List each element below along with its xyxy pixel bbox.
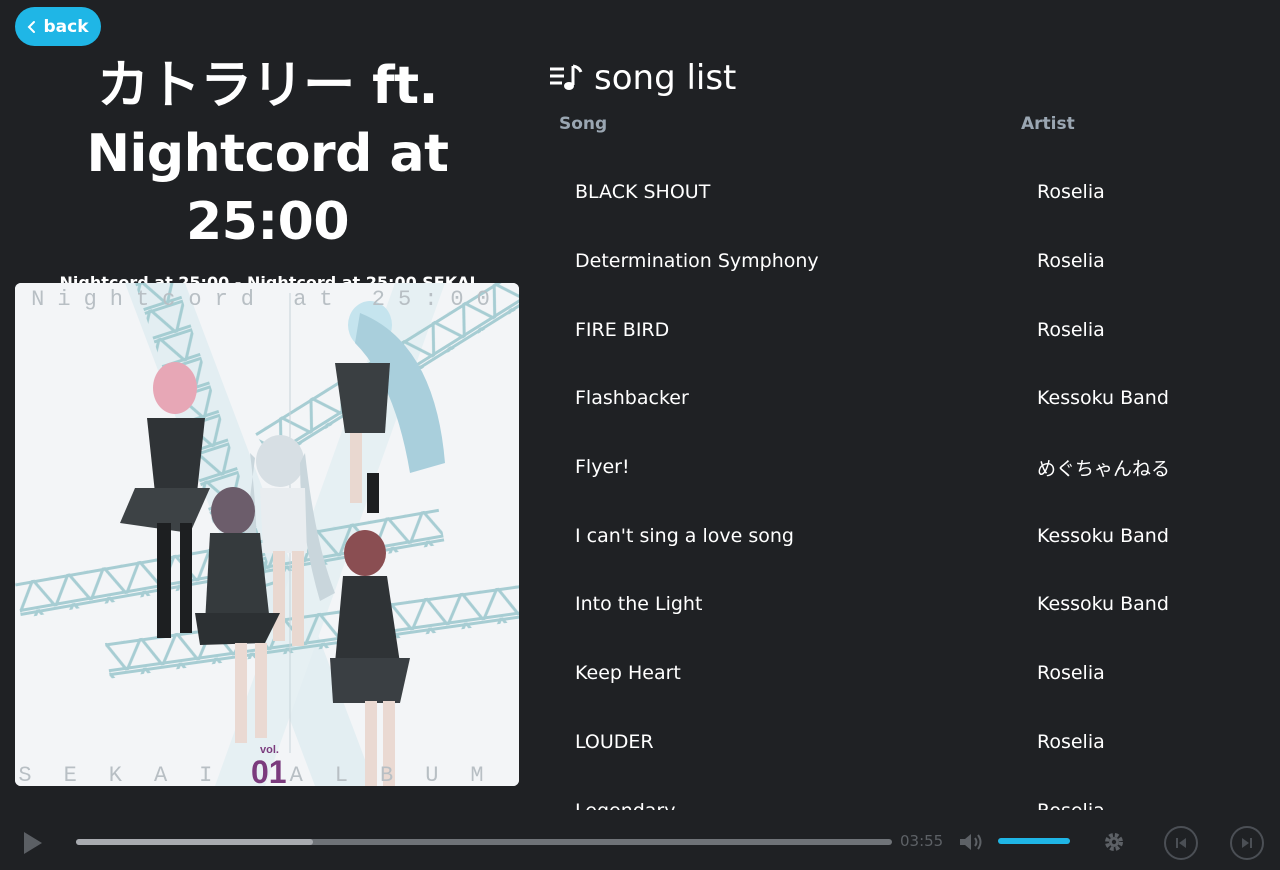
song-artist: Kessoku Band — [1037, 593, 1169, 616]
song-title: I can't sing a love song — [575, 524, 794, 547]
song-title: Into the Light — [575, 593, 703, 616]
song-row[interactable]: LOUDER Roselia — [548, 708, 1268, 777]
song-artist: めぐちゃんねる — [1037, 457, 1171, 480]
cover-vol-number: 01 — [251, 754, 287, 786]
volume-slider[interactable] — [998, 838, 1070, 844]
song-title: LOUDER — [575, 730, 654, 753]
progress-fill — [76, 839, 313, 845]
song-artist: Roselia — [1037, 730, 1105, 753]
song-title: Determination Symphony — [575, 250, 819, 273]
song-title: Flashbacker — [575, 387, 689, 410]
album-cover: Nightcord at 25:00 SEKAI ALBUM vol. 01 — [15, 283, 519, 786]
song-row[interactable]: Into the Light Kessoku Band — [548, 570, 1268, 639]
song-row[interactable]: LegendaryRoselia — [548, 776, 1268, 810]
song-title: FIRE BIRD — [575, 318, 670, 341]
column-header-artist: Artist — [1021, 114, 1075, 134]
play-icon[interactable] — [20, 830, 44, 856]
back-button[interactable]: back — [15, 7, 101, 46]
chevron-left-icon — [28, 20, 36, 33]
song-title: Flyer! — [575, 456, 630, 479]
volume-fill — [998, 838, 1070, 844]
back-label: back — [43, 16, 89, 37]
song-list-columns: Song Artist — [548, 114, 1268, 140]
song-list-title: song list — [594, 58, 737, 98]
song-list-rows: BLACK SHOUT Roselia Determination Symphon… — [548, 158, 1268, 810]
song-title: Keep Heart — [575, 662, 681, 685]
song-title: BLACK SHOUT — [575, 181, 711, 204]
skip-previous-icon — [1176, 838, 1186, 848]
music-player-app: back カトラリー ft. Nightcord at 25:00 Nightc… — [0, 0, 1280, 870]
song-row[interactable]: Flyer! めぐちゃんねる — [548, 433, 1268, 502]
song-artist: Roselia — [1037, 181, 1105, 204]
song-row[interactable]: I can't sing a love song Kessoku Band — [548, 501, 1268, 570]
song-artist: Kessoku Band — [1037, 387, 1169, 410]
previous-track-button[interactable] — [1164, 826, 1198, 860]
song-artist: Roselia — [1037, 662, 1105, 685]
gear-icon[interactable] — [1102, 830, 1126, 854]
next-track-button[interactable] — [1230, 826, 1264, 860]
song-row[interactable]: Keep Heart Roselia — [548, 639, 1268, 708]
player-bar: 03:55 — [0, 812, 1280, 870]
song-list-panel: song list Song Artist — [548, 56, 1268, 140]
song-row[interactable]: FIRE BIRD Roselia — [548, 295, 1268, 364]
song-artist: Roselia — [1037, 250, 1105, 273]
volume-icon[interactable] — [958, 831, 986, 853]
song-list-header: song list — [548, 56, 1268, 100]
progress-bar[interactable] — [76, 839, 892, 845]
song-row[interactable]: Determination Symphony Roselia — [548, 227, 1268, 296]
track-title: カトラリー ft. Nightcord at 25:00 — [86, 56, 449, 252]
song-artist: Roselia — [1037, 318, 1105, 341]
song-title: Legendary — [548, 800, 1037, 810]
album-art-image: Nightcord at 25:00 SEKAI ALBUM vol. 01 — [15, 283, 519, 786]
song-row[interactable]: BLACK SHOUT Roselia — [548, 158, 1268, 227]
music-list-icon — [550, 64, 583, 90]
song-artist: Roselia — [1037, 800, 1105, 810]
song-row[interactable]: Flashbacker Kessoku Band — [548, 364, 1268, 433]
song-artist: Kessoku Band — [1037, 524, 1169, 547]
skip-next-icon — [1242, 838, 1252, 848]
column-header-song: Song — [559, 114, 608, 134]
cover-top-text: Nightcord at 25:00 — [31, 287, 503, 312]
time-readout: 03:55 — [900, 832, 944, 850]
